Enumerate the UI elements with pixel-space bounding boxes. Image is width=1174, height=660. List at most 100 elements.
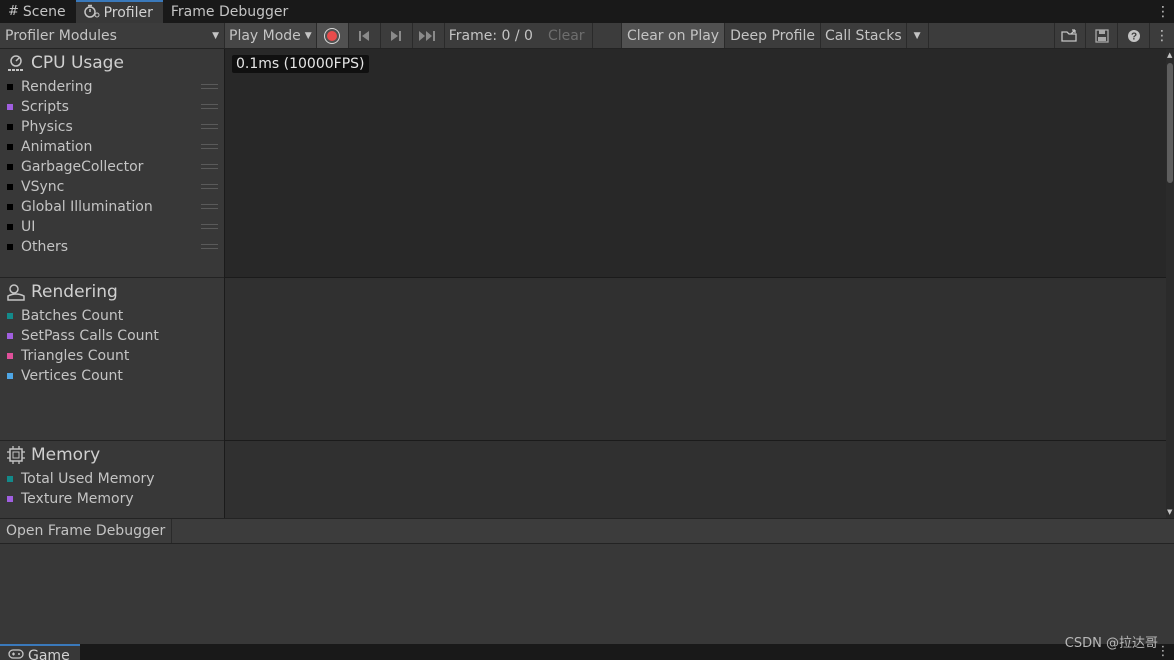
frame-counter: Frame: 0 / 0 xyxy=(445,23,543,48)
help-icon: ? xyxy=(1127,29,1140,42)
open-frame-debugger-button[interactable]: Open Frame Debugger xyxy=(0,519,173,543)
legend-item[interactable]: Texture Memory xyxy=(0,489,224,509)
step-back-icon xyxy=(359,30,370,41)
legend-label: VSync xyxy=(21,179,65,195)
legend-swatch xyxy=(7,164,13,170)
current-frame-button[interactable] xyxy=(413,23,445,48)
cpu-usage-graph[interactable]: 0.1ms (10000FPS) xyxy=(225,49,1166,278)
legend-label: Physics xyxy=(21,119,73,135)
call-stacks-toggle[interactable]: Call Stacks xyxy=(821,23,907,48)
legend-label: SetPass Calls Count xyxy=(21,328,159,344)
legend-label: Others xyxy=(21,239,69,255)
legend-item[interactable]: UI xyxy=(0,217,224,237)
profiler-modules-dropdown[interactable]: Profiler Modules ▼ xyxy=(0,23,225,48)
legend-item[interactable]: VSync xyxy=(0,177,224,197)
drag-handle-icon[interactable] xyxy=(201,224,218,229)
module-cpu-usage[interactable]: CPU Usage Rendering Scripts Physics Anim… xyxy=(0,49,224,278)
watermark: CSDN @拉达哥 xyxy=(1064,636,1158,651)
drag-handle-icon[interactable] xyxy=(201,204,218,209)
tab-scene[interactable]: # Scene xyxy=(0,0,76,23)
open-frame-debugger-label: Open Frame Debugger xyxy=(6,523,166,539)
module-header-cpu: CPU Usage xyxy=(0,49,224,77)
drag-handle-icon[interactable] xyxy=(201,124,218,129)
rendering-graph[interactable] xyxy=(225,278,1166,441)
call-stacks-label: Call Stacks xyxy=(824,27,902,44)
legend-item[interactable]: Rendering xyxy=(0,77,224,97)
stopwatch-icon xyxy=(83,4,100,22)
dropdown-arrow-icon: ▼ xyxy=(212,30,219,41)
scroll-up-arrow-icon[interactable]: ▲ xyxy=(1167,51,1172,59)
scroll-down-arrow-icon[interactable]: ▼ xyxy=(1167,508,1172,516)
deep-profile-toggle[interactable]: Deep Profile xyxy=(725,23,821,48)
legend-item[interactable]: GarbageCollector xyxy=(0,157,224,177)
clear-on-play-toggle[interactable]: Clear on Play xyxy=(621,23,726,48)
legend-item[interactable]: Physics xyxy=(0,117,224,137)
tab-frame-debugger-label: Frame Debugger xyxy=(170,3,289,20)
play-mode-dropdown[interactable]: Play Mode ▼ xyxy=(225,23,317,48)
clear-button[interactable]: Clear xyxy=(543,23,593,48)
profiler-modules-label: Profiler Modules xyxy=(5,27,117,44)
record-button[interactable] xyxy=(316,23,349,48)
drag-handle-icon[interactable] xyxy=(201,244,218,249)
legend-item[interactable]: Others xyxy=(0,237,224,257)
module-memory[interactable]: Memory Total Used Memory Texture Memory xyxy=(0,441,224,518)
save-icon xyxy=(1094,28,1109,43)
legend-item[interactable]: Global Illumination xyxy=(0,197,224,217)
gamepad-icon xyxy=(8,648,24,660)
legend-swatch xyxy=(7,244,13,250)
legend-swatch xyxy=(7,373,13,379)
legend-label: Texture Memory xyxy=(21,491,134,507)
legend-label: Vertices Count xyxy=(21,368,123,384)
profiler-modules-panel: CPU Usage Rendering Scripts Physics Anim… xyxy=(0,49,224,518)
help-button[interactable]: ? xyxy=(1118,23,1150,48)
rendering-icon xyxy=(6,282,26,302)
drag-handle-icon[interactable] xyxy=(201,144,218,149)
chip-icon xyxy=(6,445,26,465)
legend-item[interactable]: Vertices Count xyxy=(0,366,224,386)
legend-item[interactable]: SetPass Calls Count xyxy=(0,326,224,346)
details-panel xyxy=(0,544,1174,644)
dropdown-arrow-icon: ▼ xyxy=(304,30,312,41)
previous-frame-button[interactable] xyxy=(349,23,381,48)
legend-label: Rendering xyxy=(21,79,93,95)
load-profile-button[interactable] xyxy=(1054,23,1086,48)
legend-swatch xyxy=(7,124,13,130)
module-rendering[interactable]: Rendering Batches Count SetPass Calls Co… xyxy=(0,278,224,441)
legend-item[interactable]: Triangles Count xyxy=(0,346,224,366)
module-header-rendering: Rendering xyxy=(0,278,224,306)
skip-to-end-icon xyxy=(419,30,436,41)
legend-swatch xyxy=(7,144,13,150)
drag-handle-icon[interactable] xyxy=(201,184,218,189)
legend-item[interactable]: Scripts xyxy=(0,97,224,117)
module-title: CPU Usage xyxy=(31,53,124,73)
profiler-menu-kebab-icon[interactable]: ⋮ xyxy=(1150,23,1174,48)
tab-profiler[interactable]: Profiler xyxy=(75,0,163,23)
memory-graph[interactable] xyxy=(225,441,1166,518)
dropdown-arrow-icon: ▼ xyxy=(913,30,921,41)
tab-frame-debugger[interactable]: Frame Debugger xyxy=(163,0,298,23)
legend-label: GarbageCollector xyxy=(21,159,144,175)
legend-swatch xyxy=(7,313,13,319)
module-header-memory: Memory xyxy=(0,441,224,469)
modules-vertical-scrollbar[interactable]: ▲ ▼ xyxy=(1166,49,1174,518)
call-stacks-dropdown[interactable]: ▼ xyxy=(907,23,929,48)
window-menu-kebab-icon[interactable]: ⋮ xyxy=(1152,0,1174,23)
save-profile-button[interactable] xyxy=(1086,23,1118,48)
legend-swatch xyxy=(7,184,13,190)
legend-item[interactable]: Batches Count xyxy=(0,306,224,326)
legend-swatch xyxy=(7,84,13,90)
legend-label: Animation xyxy=(21,139,93,155)
drag-handle-icon[interactable] xyxy=(201,104,218,109)
legend-label: Triangles Count xyxy=(21,348,130,364)
tab-scene-label: Scene xyxy=(22,3,66,20)
next-frame-button[interactable] xyxy=(381,23,413,48)
legend-item[interactable]: Total Used Memory xyxy=(0,469,224,489)
legend-swatch xyxy=(7,353,13,359)
legend-item[interactable]: Animation xyxy=(0,137,224,157)
drag-handle-icon[interactable] xyxy=(201,84,218,89)
step-forward-icon xyxy=(391,30,402,41)
clear-label: Clear xyxy=(547,27,585,44)
scrollbar-thumb[interactable] xyxy=(1167,63,1173,183)
tab-game[interactable]: Game xyxy=(0,644,80,660)
drag-handle-icon[interactable] xyxy=(201,164,218,169)
